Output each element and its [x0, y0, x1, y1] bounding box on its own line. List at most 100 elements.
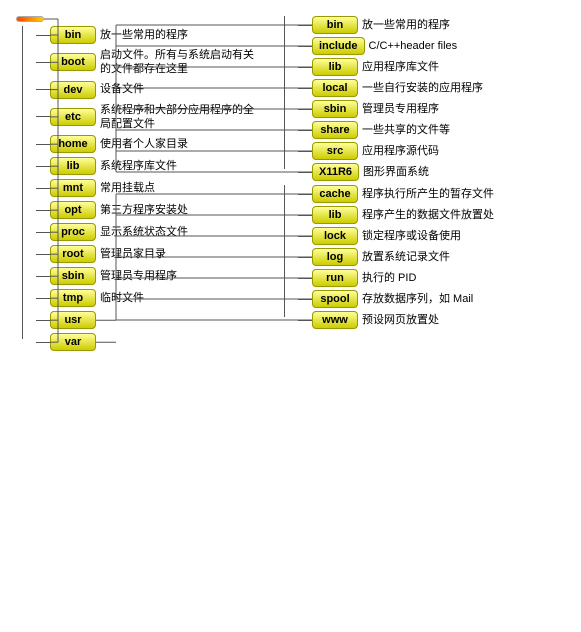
- dir-desc: 系统程序库文件: [100, 159, 177, 173]
- usr-sub-item: src应用程序源代码: [298, 142, 568, 160]
- dir-box: lib: [50, 157, 96, 175]
- dir-desc: 使用者个人家目录: [100, 137, 188, 151]
- h-connector-line: [298, 215, 312, 216]
- h-connector-line: [298, 25, 312, 26]
- h-connector-line: [36, 320, 50, 321]
- dir-box: lock: [312, 227, 358, 245]
- dir-desc: 启动文件。所有与系统启动有关的文件都存在这里: [100, 48, 260, 77]
- dir-box: opt: [50, 201, 96, 219]
- dir-desc: C/C++header files: [369, 39, 458, 53]
- h-connector-line: [298, 257, 312, 258]
- dir-box: log: [312, 248, 358, 266]
- usr-sub-item: local一些自行安装的应用程序: [298, 79, 568, 97]
- dir-box: X11R6: [312, 163, 359, 181]
- h-connector-line: [298, 236, 312, 237]
- h-connector-line: [298, 67, 312, 68]
- h-connector-line: [36, 210, 50, 211]
- h-connector-line: [36, 35, 50, 36]
- var-sub-item: www 预设网页放置处: [298, 311, 568, 329]
- usr-section: bin放一些常用的程序 include C/C++header files lib应用…: [278, 16, 568, 181]
- dir-desc: 存放数据序列，如 Mail: [362, 292, 473, 306]
- h-connector-line: [298, 151, 312, 152]
- dir-box: etc: [50, 108, 96, 126]
- left-item: root管理员家目录: [36, 245, 278, 263]
- dir-box: include: [312, 37, 365, 55]
- h-connector-line: [36, 116, 50, 117]
- left-items-container: bin放一些常用的程序boot启动文件。所有与系统启动有关的文件都存在这里dev…: [8, 26, 278, 351]
- var-sub-item: cache程序执行所产生的暂存文件: [298, 185, 568, 203]
- dir-desc: 锁定程序或设备使用: [362, 229, 461, 243]
- h-connector-line: [298, 172, 312, 173]
- var-sub-item: lock 锁定程序或设备使用: [298, 227, 568, 245]
- dir-desc: 常用挂载点: [100, 181, 155, 195]
- dir-box: sbin: [312, 100, 358, 118]
- dir-box: run: [312, 269, 358, 287]
- left-item: etc系统程序和大部分应用程序的全局配置文件: [36, 103, 278, 132]
- dir-desc: 放一些常用的程序: [100, 28, 188, 42]
- dir-desc: 应用程序库文件: [362, 60, 439, 74]
- usr-sub-item: X11R6 图形界面系统: [298, 163, 568, 181]
- dir-desc: 一些自行安装的应用程序: [362, 81, 483, 95]
- dir-box: home: [50, 135, 96, 153]
- usr-sub-trunk: [284, 16, 285, 169]
- right-tree: bin放一些常用的程序includeC/C++header fileslib应用…: [278, 16, 568, 355]
- dir-box: dev: [50, 81, 96, 99]
- h-connector-line: [298, 109, 312, 110]
- h-connector-line: [298, 320, 312, 321]
- left-item: home 使用者个人家目录: [36, 135, 278, 153]
- root-box: [16, 16, 44, 22]
- dir-box: proc: [50, 223, 96, 241]
- dir-box: www: [312, 311, 358, 329]
- h-connector-line: [36, 342, 50, 343]
- var-sub-item: lib程序产生的数据文件放置处: [298, 206, 568, 224]
- h-connector-line: [298, 88, 312, 89]
- usr-sub-item: share一些共享的文件等: [298, 121, 568, 139]
- dir-desc: 系统程序和大部分应用程序的全局配置文件: [100, 103, 260, 132]
- dir-box: bin: [50, 26, 96, 44]
- usr-items-group: bin放一些常用的程序 include C/C++header files lib应用…: [278, 16, 568, 181]
- dir-box: src: [312, 142, 358, 160]
- dir-box: share: [312, 121, 358, 139]
- dir-box: lib: [312, 206, 358, 224]
- h-connector-line: [36, 254, 50, 255]
- h-connector-line: [298, 194, 312, 195]
- dir-box: bin: [312, 16, 358, 34]
- h-connector-line: [36, 276, 50, 277]
- dir-box: tmp: [50, 289, 96, 307]
- var-sub-trunk: [284, 185, 285, 317]
- usr-sub-item: lib应用程序库文件: [298, 58, 568, 76]
- left-item: var: [36, 333, 278, 351]
- left-trunk-line: [22, 26, 23, 339]
- usr-sub-item: bin放一些常用的程序: [298, 16, 568, 34]
- dir-box: mnt: [50, 179, 96, 197]
- left-item: bin 放一些常用的程序: [36, 26, 278, 44]
- dir-box: sbin: [50, 267, 96, 285]
- dir-box: usr: [50, 311, 96, 329]
- left-item: tmp临时文件: [36, 289, 278, 307]
- left-item: opt 第三方程序安装处: [36, 201, 278, 219]
- h-connector-line: [36, 188, 50, 189]
- left-item: usr: [36, 311, 278, 329]
- h-connector-line: [298, 278, 312, 279]
- h-connector-line: [36, 144, 50, 145]
- root-row: [8, 16, 278, 22]
- left-item: boot启动文件。所有与系统启动有关的文件都存在这里: [36, 48, 278, 77]
- h-connector-line: [36, 166, 50, 167]
- left-item: mnt 常用挂载点: [36, 179, 278, 197]
- dir-desc: 图形界面系统: [363, 165, 429, 179]
- dir-box: spool: [312, 290, 358, 308]
- usr-sub-item: include C/C++header files: [298, 37, 568, 55]
- h-connector-line: [36, 232, 50, 233]
- dir-desc: 预设网页放置处: [362, 313, 439, 327]
- dir-box: boot: [50, 53, 96, 71]
- h-connector-line: [298, 130, 312, 131]
- h-connector-line: [298, 46, 312, 47]
- left-item: lib 系统程序库文件: [36, 157, 278, 175]
- dir-desc: 第三方程序安装处: [100, 203, 188, 217]
- dir-desc: 放置系统记录文件: [362, 250, 450, 264]
- var-sub-item: log 放置系统记录文件: [298, 248, 568, 266]
- var-sub-item: run执行的 PID: [298, 269, 568, 287]
- h-connector-line: [36, 62, 50, 63]
- dir-desc: 管理员专用程序: [100, 269, 177, 283]
- left-item: sbin 管理员专用程序: [36, 267, 278, 285]
